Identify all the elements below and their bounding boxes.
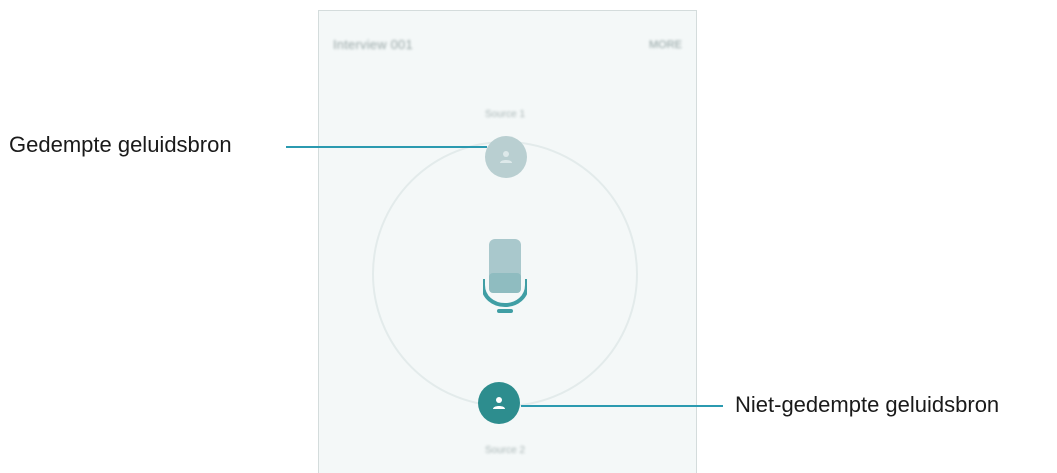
muted-source-callout-label: Gedempte geluidsbron <box>9 132 232 157</box>
recorder-screen: Interview 001 MORE Source 1 Source 2 <box>318 10 697 473</box>
more-button[interactable]: MORE <box>649 39 682 51</box>
source-top-label: Source 1 <box>484 109 526 120</box>
source-bottom-label: Source 2 <box>484 445 526 456</box>
person-muted-icon <box>500 151 512 163</box>
muted-source-button[interactable] <box>485 136 527 178</box>
recording-title: Interview 001 <box>333 37 413 52</box>
muted-source-callout-line <box>286 146 487 148</box>
unmuted-source-callout-line <box>521 405 723 407</box>
unmuted-source-button[interactable] <box>478 382 520 424</box>
person-icon <box>493 397 505 409</box>
unmuted-source-callout-label: Niet-gedempte geluidsbron <box>735 392 1000 417</box>
microphone-icon <box>481 239 529 319</box>
